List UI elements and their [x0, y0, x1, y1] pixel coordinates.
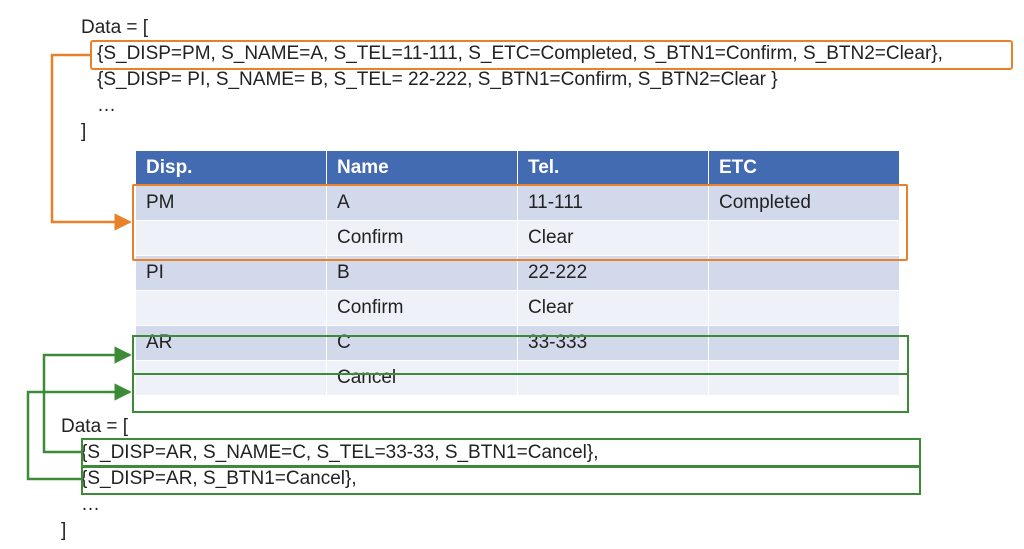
table-row-buttons: Confirm Clear [136, 291, 900, 326]
th-tel: Tel. [518, 151, 709, 186]
th-disp: Disp. [136, 151, 327, 186]
cell-btn1[interactable]: Confirm [327, 291, 518, 326]
cell-btn2[interactable]: Clear [518, 291, 709, 326]
highlight-box-green-code-2 [81, 465, 921, 495]
code-line: … [77, 93, 947, 119]
code-line: Data = [ [57, 414, 603, 440]
code-block-top: Data = [ {S_DISP=PM, S_NAME=A, S_TEL=11-… [77, 15, 947, 145]
highlight-box-green-code-1 [81, 438, 921, 468]
cell-empty [709, 291, 900, 326]
cell-empty [136, 291, 327, 326]
th-name: Name [327, 151, 518, 186]
highlight-box-green-table-1 [132, 335, 909, 375]
table-header-row: Disp. Name Tel. ETC [136, 151, 900, 186]
highlight-box-green-table-2 [132, 373, 909, 413]
th-etc: ETC [709, 151, 900, 186]
highlight-box-orange-code [90, 40, 1013, 70]
code-line: ] [77, 119, 947, 145]
highlight-box-orange-table [132, 184, 908, 261]
code-line: … [57, 492, 603, 518]
code-line: ] [57, 518, 603, 544]
code-line: {S_DISP= PI, S_NAME= B, S_TEL= 22-222, S… [77, 67, 947, 93]
code-line: Data = [ [77, 15, 947, 41]
